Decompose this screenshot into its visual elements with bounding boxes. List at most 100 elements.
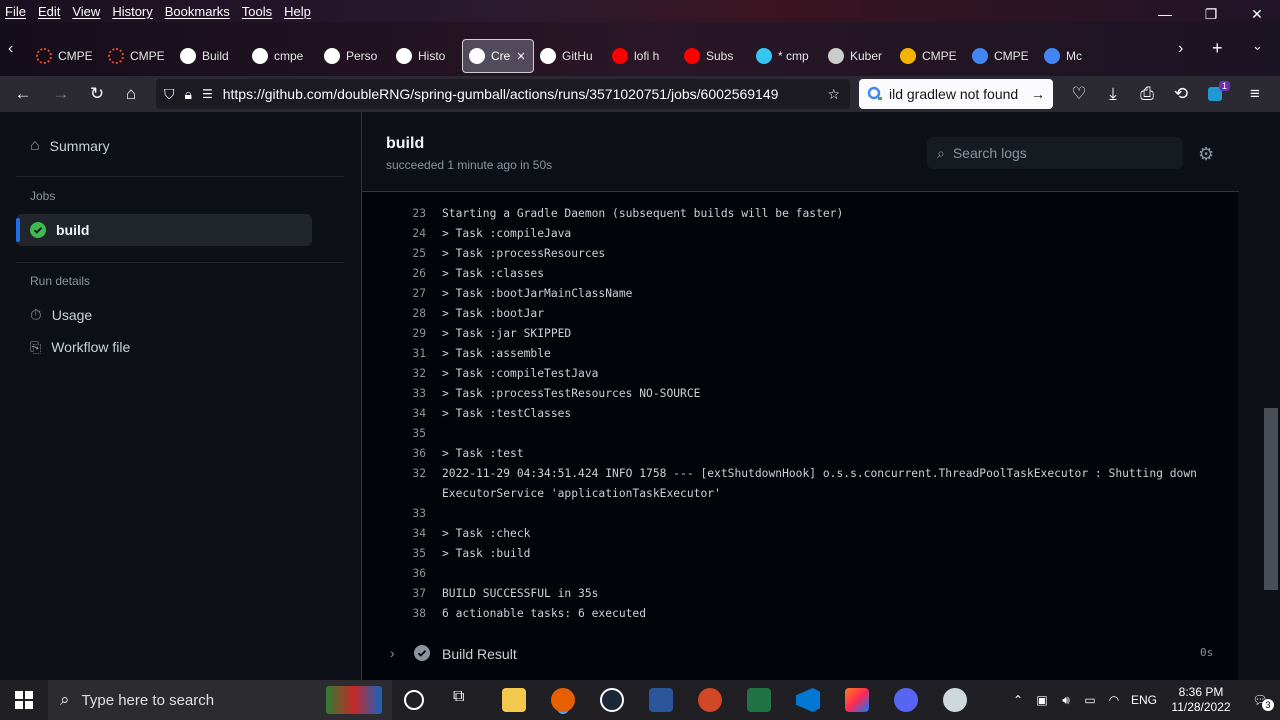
meet-now-icon[interactable]: ▣ [1030,693,1054,707]
steam-icon[interactable] [600,688,624,712]
volume-icon[interactable]: 🔊︎ [1054,693,1078,708]
clock[interactable]: 8:36 PM 11/28/2022 [1162,685,1240,715]
powerpoint-icon[interactable] [698,688,722,712]
word-icon[interactable] [649,688,673,712]
search-bar[interactable]: ild gradlew not found → [859,79,1053,109]
permissions-icon[interactable]: ☰ [202,87,213,101]
new-tab-icon[interactable]: + [1212,38,1223,59]
home-icon[interactable]: ⌂ [114,79,148,109]
cortana-icon[interactable] [404,690,424,710]
browser-tab[interactable]: CMPE [30,39,102,73]
sidebar-divider [16,176,344,177]
lock-icon[interactable]: 🔒︎ [185,86,192,103]
log-line-number[interactable]: 36 [402,564,426,584]
search-bar-text[interactable]: ild gradlew not found [889,86,1018,102]
sidebar-usage[interactable]: ⏱ Usage [16,299,312,331]
log-line-number[interactable]: 32 [402,464,426,484]
vscode-icon[interactable] [796,688,820,712]
pocket-icon[interactable]: ♡ [1062,79,1096,109]
notifications-icon[interactable]: 💬︎ 3 [1240,693,1280,711]
browser-tab[interactable]: lofi h [606,39,678,73]
menu-bookmarks[interactable]: Bookmarks [159,4,236,19]
print-icon[interactable]: ⎙ [1130,79,1164,109]
browser-tab[interactable]: Histo [390,39,462,73]
downloads-icon[interactable]: ⤓ [1096,79,1130,109]
history-icon[interactable]: ⟲ [1164,79,1198,109]
log-line-number[interactable]: 33 [402,384,426,404]
sidebar-job-build[interactable]: build [16,214,312,246]
log-line-number[interactable]: 36 [402,444,426,464]
menu-edit[interactable]: Edit [32,4,66,19]
page-scrollbar[interactable] [1262,112,1280,680]
tracking-shield-icon[interactable]: ⛉ [164,86,175,103]
search-go-icon[interactable]: → [1031,86,1045,102]
browser-tab[interactable]: CMPE [102,39,174,73]
menu-history[interactable]: History [106,4,158,19]
log-line-number[interactable]: 24 [402,224,426,244]
list-all-tabs-icon[interactable]: ⌄ [1252,38,1263,54]
reload-icon[interactable]: ↻ [80,79,114,109]
log-line-number[interactable]: 32 [402,364,426,384]
browser-tab[interactable]: Perso [318,39,390,73]
browser-tab[interactable]: CMPE [966,39,1038,73]
log-line-number[interactable]: 28 [402,304,426,324]
url-bar[interactable]: ⛉ 🔒︎ ☰ https://github.com/doubleRNG/spri… [156,79,850,109]
log-line-number[interactable]: 38 [402,604,426,624]
log-line-number[interactable]: 37 [402,584,426,604]
browser-tab[interactable]: Build [174,39,246,73]
docs-icon [972,48,988,64]
file-explorer-icon[interactable] [502,688,526,712]
firefox-icon[interactable] [551,688,575,712]
log-line-number[interactable]: 27 [402,284,426,304]
log-line-number[interactable]: 34 [402,524,426,544]
tray-overflow-icon[interactable]: ⌃ [1006,693,1030,707]
back-icon[interactable]: ← [6,79,40,109]
sidebar-summary[interactable]: ⌂ Summary [16,130,312,162]
extension-icon[interactable]: 1 [1198,79,1232,109]
app-menu-icon[interactable]: ≡ [1238,79,1272,109]
log-line-number[interactable]: 26 [402,264,426,284]
browser-tab[interactable]: Mc [1038,39,1110,73]
scroll-tabs-left-icon[interactable]: ‹ [8,40,13,58]
menu-file[interactable]: File [0,4,32,19]
step-build-result[interactable]: › Build Result 0s [362,642,1239,666]
menu-view[interactable]: View [66,4,106,19]
url-text[interactable]: https://github.com/doubleRNG/spring-gumb… [223,86,793,102]
browser-tab[interactable]: * cmp [750,39,822,73]
log-line-number[interactable]: 35 [402,424,426,444]
browser-tab[interactable]: Subs [678,39,750,73]
gear-icon[interactable]: ⚙ [1198,144,1214,165]
forward-icon[interactable]: → [44,79,78,109]
log-line-number[interactable]: 23 [402,204,426,224]
menu-tools[interactable]: Tools [236,4,278,19]
taskbar-search[interactable]: ⌕ Type here to search [48,680,392,720]
log-line-number[interactable]: 29 [402,324,426,344]
browser-tab[interactable]: CMPE [894,39,966,73]
browser-tab[interactable]: GitHu [534,39,606,73]
windows-start-icon[interactable] [15,691,33,709]
sidebar-workflow-file[interactable]: ⎘ Workflow file [16,331,312,363]
search-logs-input[interactable]: ⌕ Search logs [927,137,1183,169]
browser-tab[interactable]: Cre ✕ [462,39,534,73]
browser-tab[interactable]: Kuber [822,39,894,73]
scrollbar-thumb[interactable] [1264,408,1278,590]
menu-help[interactable]: Help [278,4,317,19]
paint-icon[interactable] [943,688,967,712]
log-line-number[interactable]: 33 [402,504,426,524]
discord-icon[interactable] [894,688,918,712]
log-line-number[interactable]: 35 [402,544,426,564]
bookmark-star-icon[interactable]: ☆ [827,86,840,103]
log-line-number[interactable]: 25 [402,244,426,264]
wifi-icon[interactable]: ◠ [1102,693,1126,707]
scroll-tabs-right-icon[interactable]: › [1178,40,1183,58]
taskbar-search-placeholder[interactable]: Type here to search [82,692,215,709]
browser-tab[interactable]: cmpe [246,39,318,73]
task-view-icon[interactable]: ⧉ [453,688,477,712]
log-line-number[interactable]: 34 [402,404,426,424]
close-tab-icon[interactable]: ✕ [516,50,525,63]
battery-icon[interactable]: ▭ [1078,693,1102,707]
log-line-number[interactable]: 31 [402,344,426,364]
excel-icon[interactable] [747,688,771,712]
intellij-icon[interactable] [845,688,869,712]
language-indicator[interactable]: ENG [1126,693,1162,707]
